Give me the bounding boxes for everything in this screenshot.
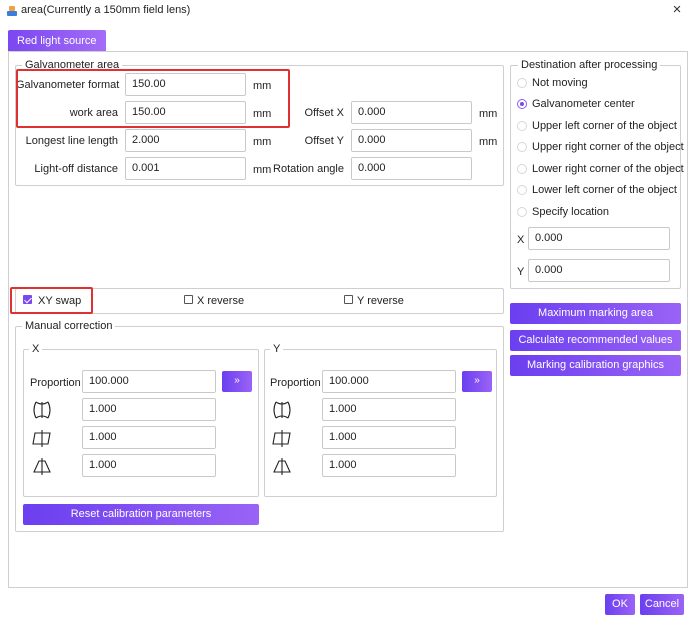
ok-button[interactable]: OK [605,594,635,615]
highlight-format-workarea [16,69,290,128]
y-proportion-apply-button[interactable]: » [462,371,492,392]
offset-y-label: Offset Y [304,135,344,147]
y-parallelogram-input[interactable]: 1.000 [322,454,456,477]
radio-upper-right[interactable] [517,142,527,152]
radio-upper-left[interactable] [517,121,527,131]
barrel-distortion-icon [31,399,53,421]
y-proportion-input[interactable]: 100.000 [322,370,456,393]
tab-red-light-source[interactable]: Red light source [8,30,106,52]
radio-label-lower-left: Lower left corner of the object [532,184,677,196]
trapezoid-distortion-icon [31,427,53,449]
radio-galvanometer-center[interactable] [517,99,527,109]
longest-line-input[interactable]: 2.000 [125,129,246,152]
manual-correction-legend: Manual correction [22,320,116,332]
rotation-angle-label: Rotation angle [273,163,344,175]
offset-x-label: Offset X [304,107,344,119]
radio-label-lower-right: Lower right corner of the object [532,163,684,175]
offset-x-unit: mm [479,108,498,120]
x-parallelogram-input[interactable]: 1.000 [82,454,216,477]
y-barrel-input[interactable]: 1.000 [322,398,456,421]
x-proportion-input[interactable]: 100.000 [82,370,216,393]
correction-y-legend: Y [270,343,284,355]
radio-specify-location[interactable] [517,207,527,217]
radio-lower-right[interactable] [517,164,527,174]
longest-line-label: Longest line length [25,135,118,147]
double-arrow-icon: » [234,375,240,386]
destination-y-label: Y [517,266,525,278]
x-reverse-checkbox[interactable] [184,295,193,304]
offset-y-input[interactable]: 0.000 [351,129,472,152]
radio-label-not-moving: Not moving [532,77,588,89]
correction-x-legend: X [29,343,43,355]
light-off-input[interactable]: 0.001 [125,157,246,180]
trapezoid-distortion-icon [271,427,293,449]
barrel-distortion-icon [271,399,293,421]
cancel-button[interactable]: Cancel [640,594,684,615]
double-arrow-icon: » [474,375,480,386]
y-reverse-label: Y reverse [357,295,404,307]
y-reverse-checkbox[interactable] [344,295,353,304]
offset-y-unit: mm [479,136,498,148]
rotation-angle-input[interactable]: 0.000 [351,157,472,180]
xy-swap-checkbox[interactable] [23,295,32,304]
x-reverse-label: X reverse [197,295,245,307]
radio-lower-left[interactable] [517,185,527,195]
maximum-marking-area-button[interactable]: Maximum marking area [510,303,681,324]
longest-line-unit: mm [253,136,272,148]
x-trapezoid-input[interactable]: 1.000 [82,426,216,449]
x-barrel-input[interactable]: 1.000 [82,398,216,421]
radio-not-moving[interactable] [517,78,527,88]
reset-calibration-button[interactable]: Reset calibration parameters [23,504,259,525]
y-trapezoid-input[interactable]: 1.000 [322,426,456,449]
calculate-recommended-values-button[interactable]: Calculate recommended values [510,330,681,351]
xy-swap-label: XY swap [38,295,82,307]
radio-label-specify-location: Specify location [532,206,610,218]
x-proportion-apply-button[interactable]: » [222,371,252,392]
offset-x-input[interactable]: 0.000 [351,101,472,124]
radio-label-galvanometer-center: Galvanometer center [532,98,635,110]
x-proportion-label: Proportion [30,377,81,389]
close-icon[interactable]: × [668,2,686,18]
destination-x-input[interactable]: 0.000 [528,227,670,250]
light-off-label: Light-off distance [34,163,118,175]
marking-calibration-graphics-button[interactable]: Marking calibration graphics [510,355,681,376]
destination-legend: Destination after processing [518,59,661,71]
window-title: area(Currently a 150mm field lens) [21,4,191,16]
parallelogram-distortion-icon [31,455,53,477]
light-off-unit: mm [253,164,272,176]
y-proportion-label: Proportion [270,377,321,389]
parallelogram-distortion-icon [271,455,293,477]
destination-y-input[interactable]: 0.000 [528,259,670,282]
destination-x-label: X [517,234,525,246]
app-icon [6,5,18,17]
radio-label-upper-right: Upper right corner of the object [532,141,684,153]
radio-label-upper-left: Upper left corner of the object [532,120,677,132]
